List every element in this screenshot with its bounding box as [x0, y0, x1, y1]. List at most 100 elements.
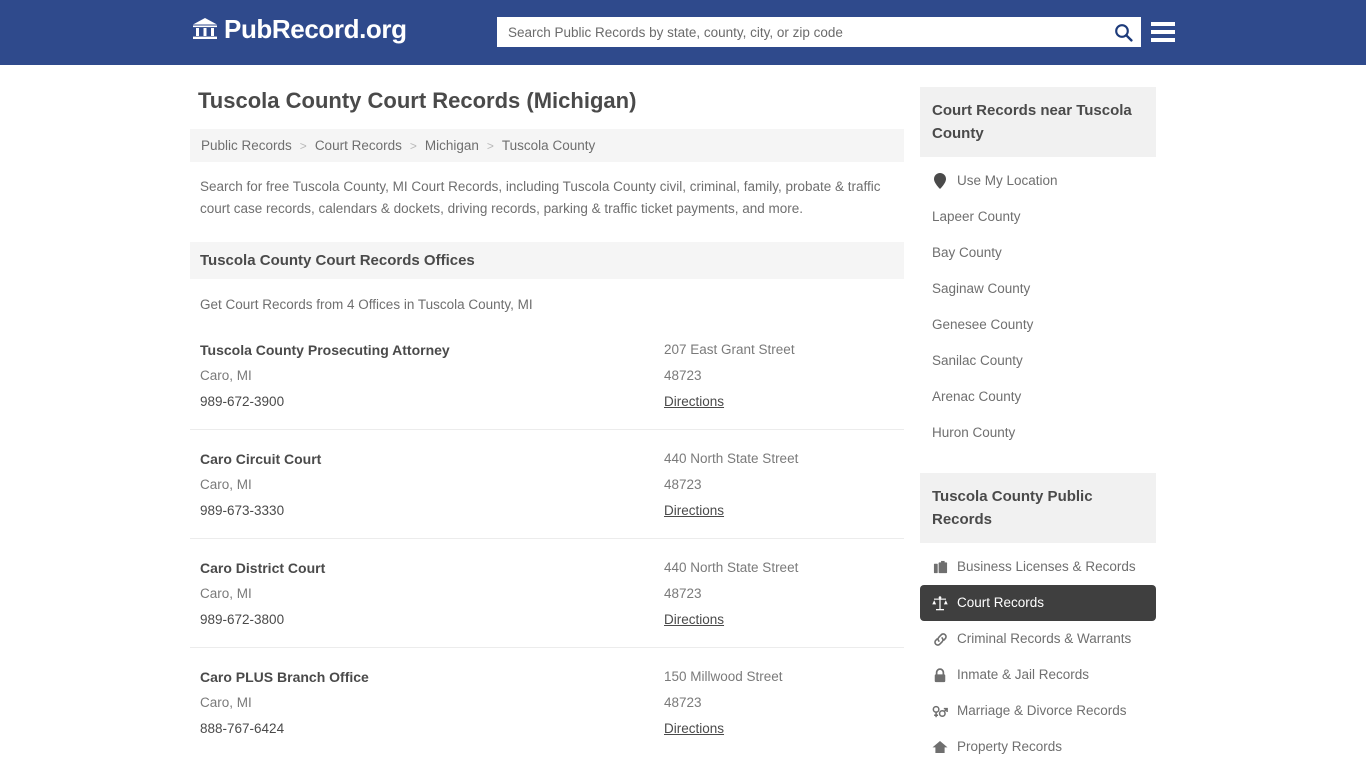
sidebar-item-label: Property Records	[957, 739, 1063, 754]
sidebar-item-label: Genesee County	[932, 317, 1034, 332]
office-name: Caro Circuit Court	[200, 451, 322, 467]
office-address: 150 Millwood Street	[664, 669, 783, 684]
offices-section-header: Tuscola County Court Records Offices	[190, 242, 904, 279]
public-records-panel-title: Tuscola County Public Records	[920, 473, 1156, 543]
office-address: 440 North State Street	[664, 560, 799, 575]
sidebar-item-label: Arenac County	[932, 389, 1022, 404]
sidebar-item-label: Court Records	[957, 595, 1045, 610]
search-input[interactable]	[498, 18, 1106, 46]
sidebar-item-label: Bay County	[932, 245, 1002, 260]
office-row: Caro PLUS Branch Office Caro, MI 888-767…	[190, 648, 904, 756]
office-phone: 888-767-6424	[200, 721, 285, 736]
sidebar-item-criminal-records[interactable]: Criminal Records & Warrants	[920, 621, 1156, 657]
public-records-panel: Tuscola County Public Records Business L…	[920, 473, 1156, 765]
office-row: Tuscola County Prosecuting Attorney Caro…	[190, 321, 904, 430]
directions-link[interactable]: Directions	[664, 498, 724, 524]
office-left-column: Tuscola County Prosecuting Attorney Caro…	[200, 337, 664, 415]
sidebar-item-label: Marriage & Divorce Records	[957, 703, 1127, 718]
nearby-panel: Court Records near Tuscola County Use My…	[920, 87, 1156, 451]
sidebar-item-label: Inmate & Jail Records	[957, 667, 1090, 682]
page-title: Tuscola County Court Records (Michigan)	[198, 88, 637, 113]
office-right-column: 150 Millwood Street 48723 Directions	[664, 664, 894, 742]
nearby-panel-title: Court Records near Tuscola County	[920, 87, 1156, 157]
breadcrumb-separator-icon: >	[486, 138, 494, 153]
hamburger-bar	[1151, 22, 1175, 26]
nearby-list: Use My Location Lapeer County Bay County…	[920, 157, 1156, 451]
office-right-column: 207 East Grant Street 48723 Directions	[664, 337, 894, 415]
office-row: Caro District Court Caro, MI 989-672-380…	[190, 539, 904, 648]
sidebar-item-property-records[interactable]: Property Records	[920, 729, 1156, 765]
office-row: Caro Circuit Court Caro, MI 989-673-3330…	[190, 430, 904, 539]
sidebar-item-marriage-divorce-records[interactable]: Marriage & Divorce Records	[920, 693, 1156, 729]
directions-link[interactable]: Directions	[664, 389, 724, 415]
office-zip: 48723	[664, 477, 702, 492]
office-name: Caro PLUS Branch Office	[200, 669, 369, 685]
sidebar-item-business-licenses[interactable]: Business Licenses & Records	[920, 549, 1156, 585]
gender-symbols-icon	[932, 703, 948, 719]
sidebar-item-use-my-location[interactable]: Use My Location	[920, 163, 1156, 199]
sidebar-item-label: Criminal Records & Warrants	[957, 631, 1132, 646]
office-left-column: Caro PLUS Branch Office Caro, MI 888-767…	[200, 664, 664, 742]
office-zip: 48723	[664, 586, 702, 601]
sidebar-item-inmate-jail-records[interactable]: Inmate & Jail Records	[920, 657, 1156, 693]
site-header: PubRecord.org	[0, 0, 1366, 65]
office-left-column: Caro District Court Caro, MI 989-672-380…	[200, 555, 664, 633]
office-city: Caro, MI	[200, 368, 252, 383]
office-name: Tuscola County Prosecuting Attorney	[200, 342, 450, 358]
sidebar-item-lapeer-county[interactable]: Lapeer County	[920, 199, 1156, 235]
scales-of-justice-icon	[932, 595, 948, 611]
site-logo-text: PubRecord.org	[224, 14, 407, 44]
directions-link[interactable]: Directions	[664, 716, 724, 742]
sidebar-item-arenac-county[interactable]: Arenac County	[920, 379, 1156, 415]
chain-link-icon	[932, 631, 948, 647]
site-logo[interactable]: PubRecord.org	[192, 16, 407, 42]
office-zip: 48723	[664, 695, 702, 710]
breadcrumb: Public Records > Court Records > Michiga…	[190, 129, 904, 162]
office-left-column: Caro Circuit Court Caro, MI 989-673-3330	[200, 446, 664, 524]
map-pin-icon	[932, 173, 948, 189]
office-phone: 989-672-3900	[200, 394, 285, 409]
page-body: Tuscola County Court Records (Michigan) …	[0, 65, 1366, 768]
offices-list: Tuscola County Prosecuting Attorney Caro…	[190, 321, 904, 756]
hamburger-menu-icon[interactable]	[1151, 19, 1175, 45]
breadcrumb-item-tuscola-county[interactable]: Tuscola County	[501, 138, 596, 153]
briefcase-icon	[932, 559, 948, 575]
house-icon	[932, 739, 948, 755]
search-button[interactable]	[1106, 18, 1140, 46]
breadcrumb-item-court-records[interactable]: Court Records	[314, 138, 403, 153]
office-city: Caro, MI	[200, 477, 252, 492]
padlock-icon	[932, 667, 948, 683]
breadcrumb-item-michigan[interactable]: Michigan	[424, 138, 480, 153]
sidebar-item-label: Lapeer County	[932, 209, 1021, 224]
directions-link[interactable]: Directions	[664, 607, 724, 633]
office-zip: 48723	[664, 368, 702, 383]
sidebar-item-label: Huron County	[932, 425, 1016, 440]
office-address: 207 East Grant Street	[664, 342, 795, 357]
office-city: Caro, MI	[200, 586, 252, 601]
sidebar-item-sanilac-county[interactable]: Sanilac County	[920, 343, 1156, 379]
bank-building-icon	[192, 16, 218, 42]
hamburger-bar	[1151, 38, 1175, 42]
sidebar-item-court-records[interactable]: Court Records	[920, 585, 1156, 621]
sidebar-item-huron-county[interactable]: Huron County	[920, 415, 1156, 451]
public-records-list: Business Licenses & Records Court Record…	[920, 543, 1156, 765]
search-bar[interactable]	[497, 17, 1141, 47]
hamburger-bar	[1151, 30, 1175, 34]
content-container: Tuscola County Court Records (Michigan) …	[190, 65, 1176, 768]
sidebar-item-genesee-county[interactable]: Genesee County	[920, 307, 1156, 343]
main-column: Tuscola County Court Records (Michigan) …	[190, 87, 904, 768]
office-city: Caro, MI	[200, 695, 252, 710]
breadcrumb-separator-icon: >	[299, 138, 307, 153]
sidebar-item-bay-county[interactable]: Bay County	[920, 235, 1156, 271]
office-address: 440 North State Street	[664, 451, 799, 466]
breadcrumb-separator-icon: >	[409, 138, 417, 153]
office-right-column: 440 North State Street 48723 Directions	[664, 555, 894, 633]
sidebar-item-saginaw-county[interactable]: Saginaw County	[920, 271, 1156, 307]
intro-description: Search for free Tuscola County, MI Court…	[200, 179, 881, 216]
sidebar: Court Records near Tuscola County Use My…	[920, 87, 1156, 768]
breadcrumb-item-public-records[interactable]: Public Records	[200, 138, 293, 153]
sidebar-item-label: Use My Location	[957, 173, 1058, 188]
office-phone: 989-672-3800	[200, 612, 285, 627]
sidebar-item-label: Saginaw County	[932, 281, 1031, 296]
office-name: Caro District Court	[200, 560, 326, 576]
